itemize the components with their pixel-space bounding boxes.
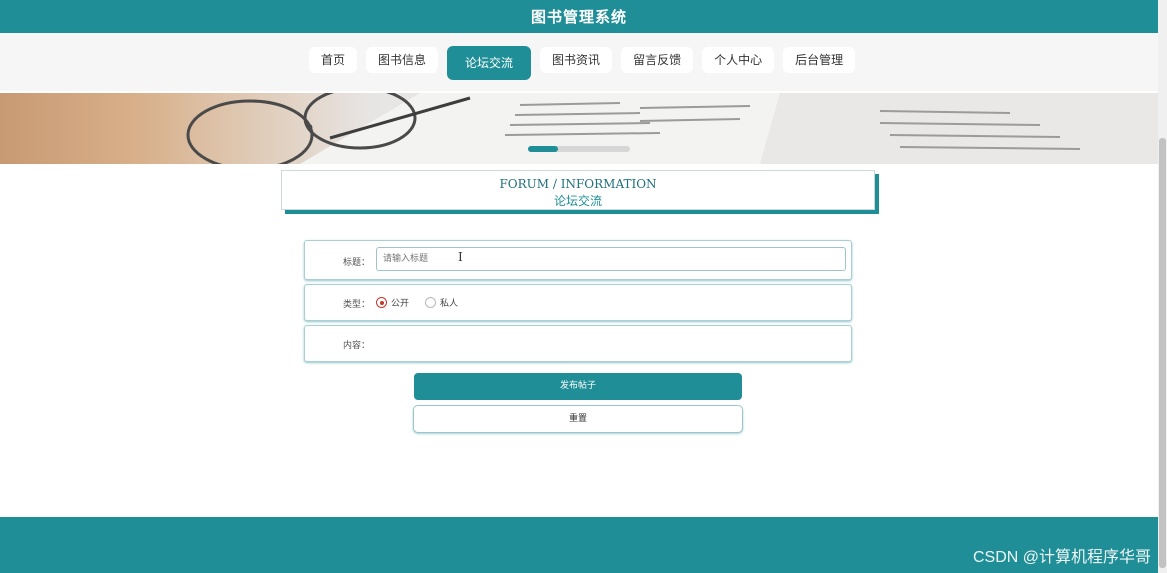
- section-title-en: FORUM / INFORMATION: [499, 177, 657, 191]
- nav-personal-center[interactable]: 个人中心: [702, 47, 775, 73]
- title-input[interactable]: [376, 247, 846, 271]
- watermark: CSDN @计算机程序华哥: [972, 549, 1151, 566]
- app-header: 图书管理系统: [0, 0, 1158, 33]
- type-radio-group: 公开 私人: [376, 296, 470, 309]
- content-row[interactable]: 内容：: [304, 325, 852, 362]
- nav-book-info[interactable]: 图书信息: [366, 47, 439, 73]
- content-label: 内容：: [343, 341, 371, 351]
- radio-public[interactable]: [376, 297, 387, 308]
- reset-button[interactable]: 重置: [413, 405, 743, 433]
- section-title-cn: 论坛交流: [553, 194, 602, 208]
- title-row: 标题：: [304, 240, 852, 280]
- banner-carousel: [0, 93, 1158, 164]
- nav-forum[interactable]: 论坛交流: [447, 46, 532, 80]
- carousel-indicator-active[interactable]: [528, 146, 558, 152]
- radio-public-label[interactable]: 公开: [391, 296, 409, 309]
- main-nav: 首页 图书信息 论坛交流 图书资讯 留言反馈 个人中心 后台管理: [0, 33, 1158, 91]
- carousel-indicator[interactable]: [528, 146, 630, 152]
- type-label: 类型：: [343, 300, 371, 310]
- text-cursor-icon: I: [458, 250, 463, 264]
- section-title-box: FORUM / INFORMATION 论坛交流: [281, 170, 875, 210]
- app-title: 图书管理系统: [530, 8, 627, 26]
- type-row: 类型： 公开 私人: [304, 284, 852, 321]
- submit-post-button[interactable]: 发布帖子: [414, 373, 742, 400]
- nav-home[interactable]: 首页: [309, 47, 358, 73]
- nav-admin[interactable]: 后台管理: [783, 47, 856, 73]
- scrollbar-thumb[interactable]: [1159, 138, 1166, 568]
- title-label: 标题：: [343, 258, 371, 268]
- radio-private[interactable]: [425, 297, 437, 308]
- radio-private-label[interactable]: 私人: [440, 296, 458, 309]
- nav-feedback[interactable]: 留言反馈: [621, 47, 694, 73]
- page-scrollbar[interactable]: [1158, 0, 1167, 573]
- banner-image: [186, 93, 1158, 164]
- nav-book-news[interactable]: 图书资讯: [540, 47, 613, 73]
